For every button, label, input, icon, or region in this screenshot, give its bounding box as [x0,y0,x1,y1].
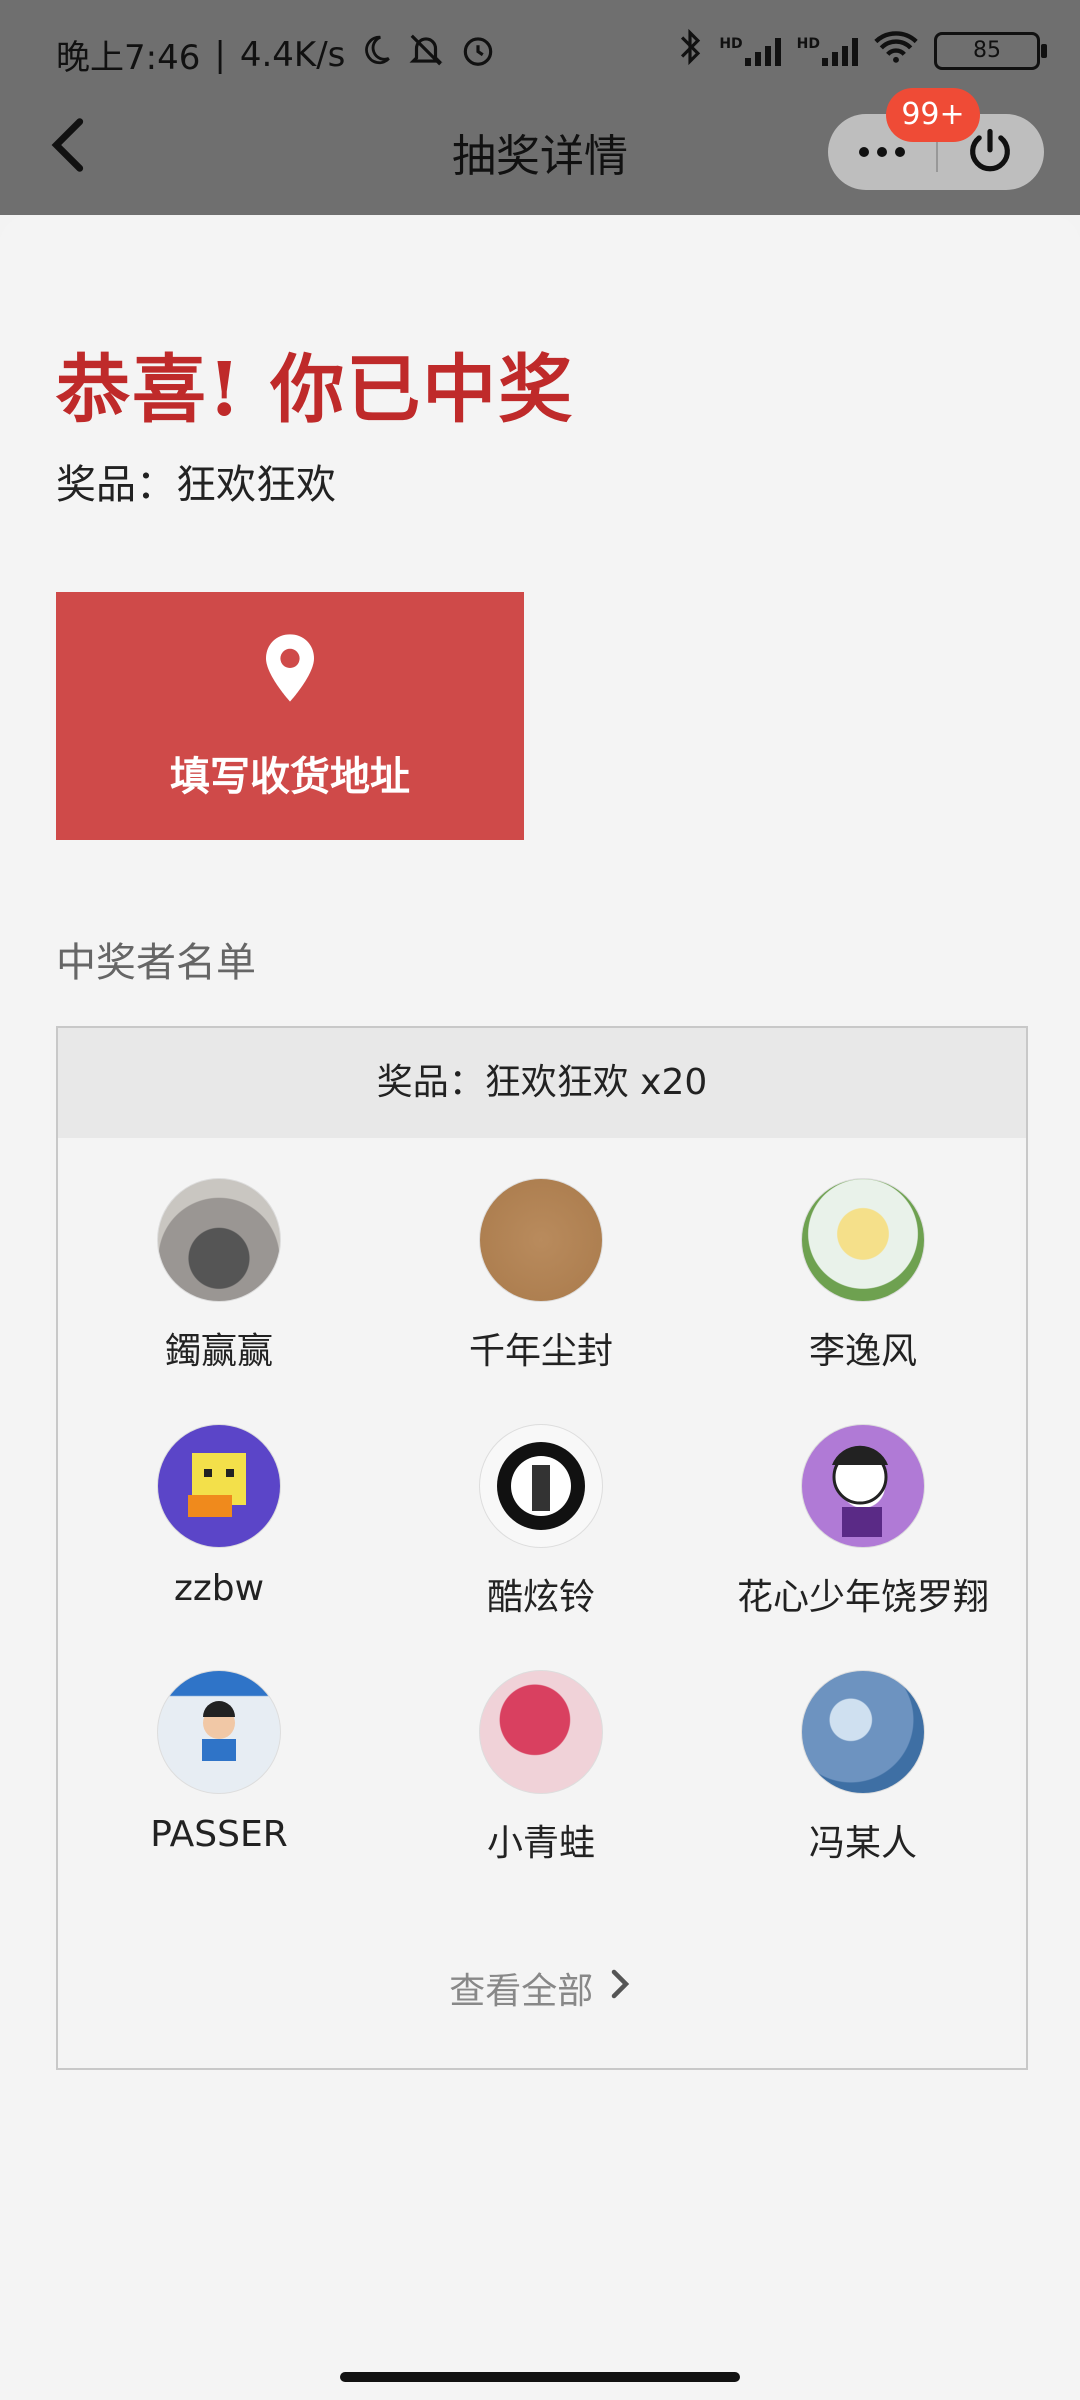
winners-table: 奖品：狂欢狂欢 x20 鐲赢赢 千年尘封 李逸风 zzbw 酷炫铃 花心少年饶罗… [56,1026,1028,2070]
avatar [479,1670,603,1794]
winner-name: PASSER [150,1814,288,1855]
notification-badge: 99+ [886,88,980,142]
view-all-label: 查看全部 [449,1971,594,2012]
chevron-right-icon [605,1966,635,2011]
avatar [801,1670,925,1794]
avatar [479,1178,603,1302]
winner-item[interactable]: 千年尘封 [380,1178,702,1374]
home-indicator[interactable] [340,2372,740,2382]
signal-icon: HD [719,36,781,66]
status-time: 晚上7:46 [56,38,201,78]
mute-bell-icon [407,31,445,78]
prize-text: 奖品：狂欢狂欢 [56,462,336,508]
winner-item[interactable]: zzbw [58,1424,380,1620]
winners-grid: 鐲赢赢 千年尘封 李逸风 zzbw 酷炫铃 花心少年饶罗翔 PASSER 小青蛙… [58,1178,1026,1866]
winner-name: 鐲赢赢 [164,1331,273,1372]
battery-icon: 85 [934,31,1047,70]
avatar [801,1424,925,1548]
status-speed: 4.4K/s [239,34,346,75]
signal-icon: HD [797,36,858,66]
winner-item[interactable]: 酷炫铃 [380,1424,702,1620]
status-separator: | [214,34,226,75]
winners-section-title: 中奖者名单 [56,940,256,986]
winner-name: 小青蛙 [486,1823,595,1864]
fill-address-label: 填写收货地址 [170,754,410,800]
winner-item[interactable]: 花心少年饶罗翔 [702,1424,1024,1620]
winner-item[interactable]: PASSER [58,1670,380,1866]
winner-name: 李逸风 [808,1331,917,1372]
location-pin-icon [260,632,320,704]
fill-address-button[interactable]: 填写收货地址 [56,592,524,840]
avatar [801,1178,925,1302]
wifi-icon [874,30,918,71]
winners-table-header: 奖品：狂欢狂欢 x20 [58,1028,1026,1138]
moon-icon [359,33,393,76]
avatar [157,1424,281,1548]
win-headline: 恭喜! 你已中奖 [56,347,575,433]
winner-item[interactable]: 冯某人 [702,1670,1024,1866]
avatar [157,1670,281,1794]
avatar [479,1424,603,1548]
winner-item[interactable]: 李逸风 [702,1178,1024,1374]
avatar [157,1178,281,1302]
winner-name: 冯某人 [808,1823,917,1864]
view-all-link[interactable]: 查看全部 [58,1962,1026,2014]
winner-name: 酷炫铃 [486,1577,595,1618]
bluetooth-icon [677,28,703,73]
alarm-icon [459,31,497,78]
winner-item[interactable]: 鐲赢赢 [58,1178,380,1374]
winner-item[interactable]: 小青蛙 [380,1670,702,1866]
winner-name: 千年尘封 [468,1331,613,1372]
winner-name: zzbw [173,1568,265,1609]
winner-name: 花心少年饶罗翔 [736,1577,989,1618]
